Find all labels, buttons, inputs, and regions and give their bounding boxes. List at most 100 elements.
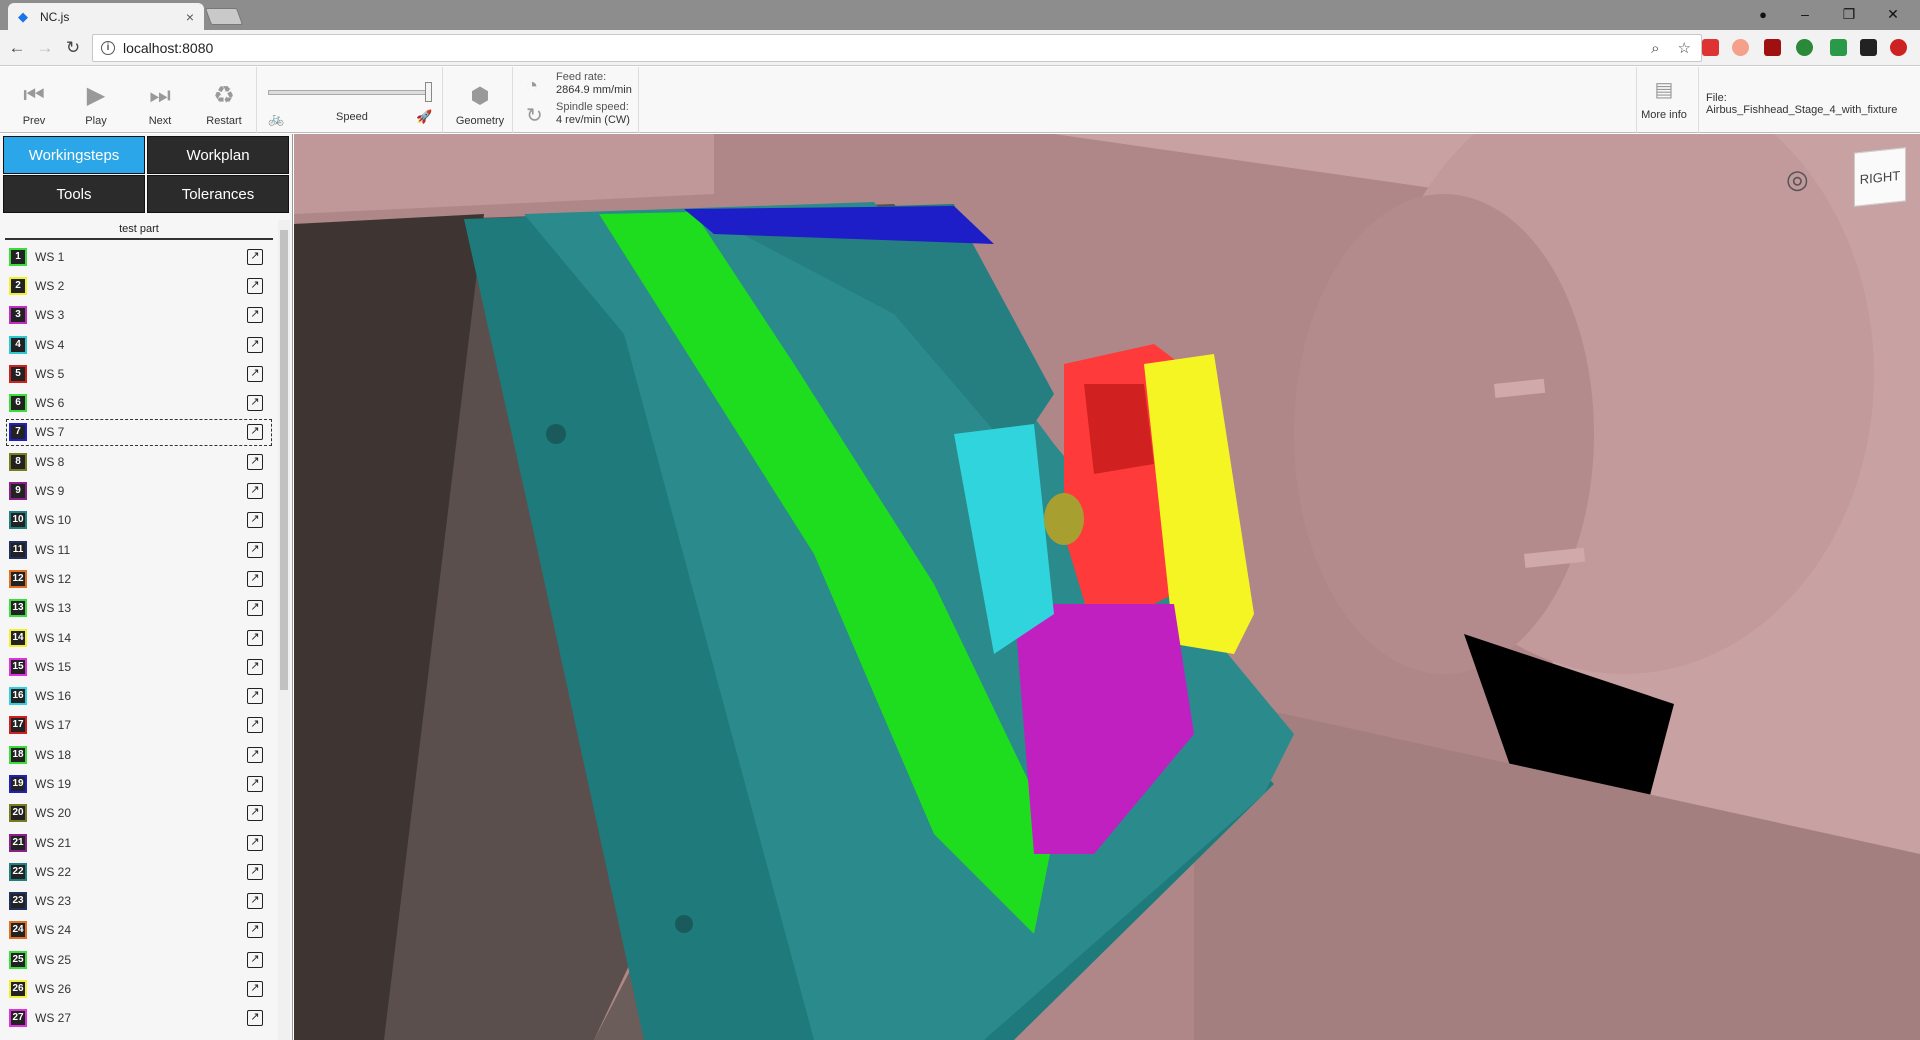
tab-tools[interactable]: Tools xyxy=(3,175,145,213)
open-external-icon[interactable]: ↗ xyxy=(247,922,263,939)
open-external-icon[interactable]: ↗ xyxy=(247,277,263,294)
extension-icon[interactable] xyxy=(1830,39,1847,56)
play-button[interactable]: ▶ Play xyxy=(76,67,116,133)
new-tab-button[interactable] xyxy=(204,8,244,25)
open-external-icon[interactable]: ↗ xyxy=(247,307,263,324)
geometry-label: Geometry xyxy=(455,115,505,127)
ublock-icon[interactable] xyxy=(1764,39,1781,56)
list-item[interactable]: 25 WS 25 ↗ xyxy=(5,945,273,974)
open-external-icon[interactable]: ↗ xyxy=(247,365,263,382)
zoom-icon[interactable]: ⌕ xyxy=(1651,40,1659,57)
close-tab-icon[interactable]: × xyxy=(186,9,194,25)
extension-icon[interactable] xyxy=(1732,39,1749,56)
close-window-button[interactable]: ✕ xyxy=(1870,0,1916,28)
list-item[interactable]: 16 WS 16 ↗ xyxy=(5,681,273,710)
step-label: WS 8 xyxy=(35,454,65,469)
list-item[interactable]: 5 WS 5 ↗ xyxy=(5,359,273,388)
open-external-icon[interactable]: ↗ xyxy=(247,981,263,998)
open-external-icon[interactable]: ↗ xyxy=(247,336,263,353)
book-icon: ▤ xyxy=(1654,79,1674,101)
view-cube[interactable]: RIGHT xyxy=(1854,147,1906,207)
list-item[interactable]: 9 WS 9 ↗ xyxy=(5,476,273,505)
open-external-icon[interactable]: ↗ xyxy=(247,717,263,734)
open-external-icon[interactable]: ↗ xyxy=(247,805,263,822)
list-item[interactable]: 8 WS 8 ↗ xyxy=(5,447,273,476)
sidebar-scrollbar-thumb[interactable] xyxy=(280,230,288,690)
tab-workplan[interactable]: Workplan xyxy=(147,136,289,174)
list-item[interactable]: 7 WS 7 ↗ xyxy=(5,418,273,447)
open-external-icon[interactable]: ↗ xyxy=(247,1010,263,1027)
list-item[interactable]: 24 WS 24 ↗ xyxy=(5,916,273,945)
open-external-icon[interactable]: ↗ xyxy=(247,424,263,441)
more-info-button[interactable]: ▤ More info xyxy=(1638,67,1690,133)
open-external-icon[interactable]: ↗ xyxy=(247,834,263,851)
open-external-icon[interactable]: ↗ xyxy=(247,775,263,792)
speed-slider-thumb[interactable] xyxy=(425,82,432,102)
open-external-icon[interactable]: ↗ xyxy=(247,395,263,412)
open-external-icon[interactable]: ↗ xyxy=(247,746,263,763)
list-item[interactable]: 20 WS 20 ↗ xyxy=(5,799,273,828)
step-number-badge: 16 xyxy=(9,687,27,706)
minimize-button[interactable]: – xyxy=(1782,0,1828,28)
list-item[interactable]: 14 WS 14 ↗ xyxy=(5,623,273,652)
list-item[interactable]: 19 WS 19 ↗ xyxy=(5,769,273,798)
forward-arrow-icon[interactable]: → xyxy=(34,37,56,59)
step-label: WS 15 xyxy=(35,659,72,674)
bookmark-star-icon[interactable]: ☆ xyxy=(1678,39,1691,57)
extension-icon[interactable] xyxy=(1702,39,1719,56)
open-external-icon[interactable]: ↗ xyxy=(247,951,263,968)
tab-tolerances[interactable]: Tolerances xyxy=(147,175,289,213)
list-item[interactable]: 27 WS 27 ↗ xyxy=(5,1004,273,1033)
list-item[interactable]: 22 WS 22 ↗ xyxy=(5,857,273,886)
restart-button[interactable]: ♻ Restart xyxy=(204,67,244,133)
open-external-icon[interactable]: ↗ xyxy=(247,483,263,500)
browser-tab-strip: ◆ NC.js × ● – ❐ ✕ xyxy=(0,0,1920,30)
open-external-icon[interactable]: ↗ xyxy=(247,453,263,470)
reload-icon[interactable]: ↻ xyxy=(62,37,84,59)
extension-icon[interactable] xyxy=(1890,39,1907,56)
list-item[interactable]: 15 WS 15 ↗ xyxy=(5,652,273,681)
list-item[interactable]: 12 WS 12 ↗ xyxy=(5,564,273,593)
open-external-icon[interactable]: ↗ xyxy=(247,629,263,646)
list-item[interactable]: 2 WS 2 ↗ xyxy=(5,271,273,300)
open-external-icon[interactable]: ↗ xyxy=(247,688,263,705)
list-item[interactable]: 3 WS 3 ↗ xyxy=(5,301,273,330)
profile-icon[interactable]: ● xyxy=(1740,0,1786,28)
open-external-icon[interactable]: ↗ xyxy=(247,512,263,529)
sidebar-scrollbar[interactable] xyxy=(278,220,290,1040)
open-external-icon[interactable]: ↗ xyxy=(247,541,263,558)
tab-workingsteps[interactable]: Workingsteps xyxy=(3,136,145,174)
next-button[interactable]: ⏭ Next xyxy=(140,67,180,133)
restore-button[interactable]: ❐ xyxy=(1826,0,1872,28)
back-arrow-icon[interactable]: ← xyxy=(6,37,28,59)
prev-button[interactable]: ⏮ Prev xyxy=(14,67,54,133)
browser-tab[interactable]: ◆ NC.js × xyxy=(8,3,204,30)
list-item[interactable]: 13 WS 13 ↗ xyxy=(5,594,273,623)
step-label: WS 23 xyxy=(35,894,72,909)
prev-label: Prev xyxy=(22,115,46,127)
open-external-icon[interactable]: ↗ xyxy=(247,248,263,265)
list-item[interactable]: 18 WS 18 ↗ xyxy=(5,740,273,769)
list-item[interactable]: 10 WS 10 ↗ xyxy=(5,506,273,535)
open-external-icon[interactable]: ↗ xyxy=(247,600,263,617)
url-field[interactable]: i localhost:8080 ⌕ ☆ xyxy=(92,34,1702,62)
geometry-button[interactable]: ⬢ Geometry xyxy=(454,67,506,133)
site-info-icon[interactable]: i xyxy=(101,41,115,55)
list-item[interactable]: 1 WS 1 ↗ xyxy=(5,242,273,271)
speed-slider[interactable] xyxy=(268,82,432,102)
list-item[interactable]: 26 WS 26 ↗ xyxy=(5,974,273,1003)
open-external-icon[interactable]: ↗ xyxy=(247,570,263,587)
list-item[interactable]: 17 WS 17 ↗ xyxy=(5,711,273,740)
list-item[interactable]: 4 WS 4 ↗ xyxy=(5,330,273,359)
extension-icon[interactable] xyxy=(1796,39,1813,56)
open-external-icon[interactable]: ↗ xyxy=(247,893,263,910)
open-external-icon[interactable]: ↗ xyxy=(247,658,263,675)
list-item[interactable]: 23 WS 23 ↗ xyxy=(5,887,273,916)
orbit-icon[interactable]: ◎ xyxy=(1786,164,1809,195)
3d-viewport[interactable]: ◎ RIGHT xyxy=(294,134,1920,1040)
list-item[interactable]: 6 WS 6 ↗ xyxy=(5,388,273,417)
extension-icon[interactable] xyxy=(1860,39,1877,56)
list-item[interactable]: 11 WS 11 ↗ xyxy=(5,535,273,564)
open-external-icon[interactable]: ↗ xyxy=(247,863,263,880)
list-item[interactable]: 21 WS 21 ↗ xyxy=(5,828,273,857)
